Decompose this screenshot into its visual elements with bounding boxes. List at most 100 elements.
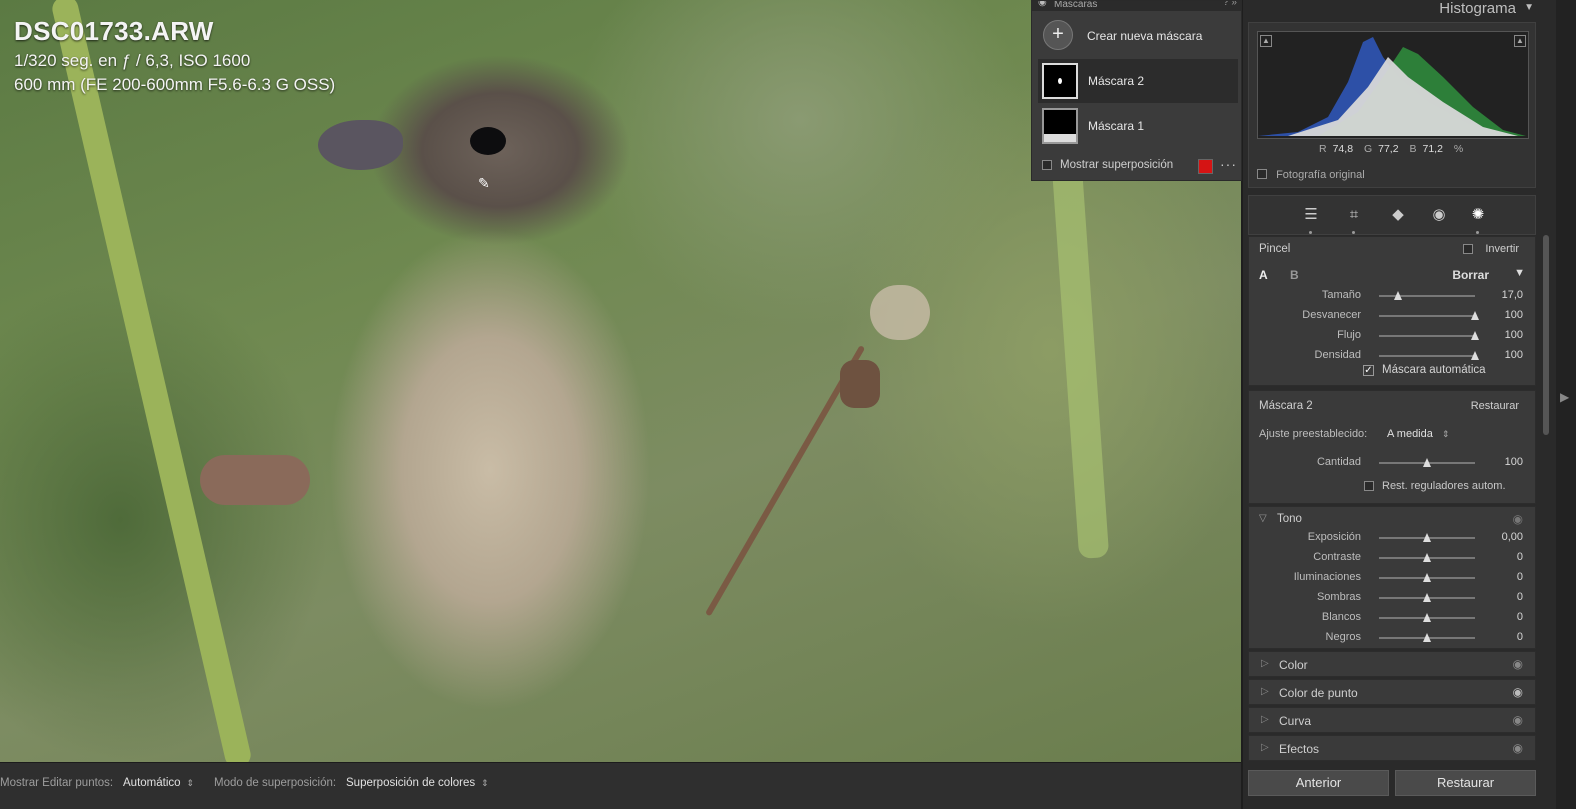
slider-row[interactable]: Desvanecer 100	[1249, 307, 1537, 325]
slider-knob[interactable]	[1423, 553, 1431, 562]
expand-triangle-icon[interactable]: ▷	[1261, 714, 1269, 725]
eraser-icon[interactable]: ◆	[1387, 204, 1409, 226]
slider-row[interactable]: Flujo 100	[1249, 327, 1537, 345]
slider-value[interactable]: 100	[1483, 309, 1523, 321]
slider-row[interactable]: Negros 0	[1249, 629, 1537, 647]
auto-reset-checkbox[interactable]	[1364, 481, 1374, 491]
slider-row[interactable]: Iluminaciones 0	[1249, 569, 1537, 587]
collapse-triangle-icon[interactable]: ▼	[1524, 2, 1534, 13]
preset-select[interactable]: A medida ⇕	[1387, 428, 1449, 440]
invert-checkbox[interactable]	[1463, 244, 1473, 254]
add-mask-button[interactable]: +	[1043, 20, 1073, 50]
mask-reset-link[interactable]: Restaurar	[1471, 400, 1519, 412]
slider-track[interactable]	[1379, 573, 1475, 582]
b-value: 71,2	[1422, 143, 1443, 155]
crop-icon[interactable]: ⌗	[1343, 204, 1365, 234]
slider-track[interactable]	[1379, 351, 1479, 360]
expand-triangle-icon[interactable]: ▷	[1261, 742, 1269, 753]
slider-row[interactable]: Exposición 0,00	[1249, 529, 1537, 547]
amount-track[interactable]	[1379, 458, 1475, 467]
mode-triangle-icon[interactable]: ▼	[1514, 267, 1525, 279]
slider-knob[interactable]	[1471, 351, 1479, 360]
expand-panel-icon[interactable]: ▶	[1560, 390, 1569, 404]
slider-value[interactable]: 0	[1483, 551, 1523, 563]
amount-knob[interactable]	[1423, 458, 1431, 467]
expand-triangle-icon[interactable]: ▷	[1261, 686, 1269, 697]
slider-value[interactable]: 0	[1483, 591, 1523, 603]
slider-track[interactable]	[1379, 331, 1479, 340]
overlay-mode-select[interactable]: Superposición de colores ⇕	[346, 777, 489, 789]
slider-track[interactable]	[1379, 311, 1479, 320]
auto-reset-label[interactable]: Rest. reguladores autom.	[1382, 480, 1506, 492]
slider-track[interactable]	[1379, 533, 1475, 542]
reset-button[interactable]: Restaurar	[1395, 770, 1536, 796]
panel-edge	[1556, 0, 1576, 809]
slider-track[interactable]	[1379, 291, 1475, 300]
automask-label[interactable]: Máscara automática	[1382, 364, 1486, 376]
slider-knob[interactable]	[1423, 593, 1431, 602]
shadow-clip-icon[interactable]: ▲	[1260, 35, 1272, 47]
eye-icon[interactable]: ◉	[1513, 657, 1523, 671]
amount-slider[interactable]: Cantidad 100	[1249, 454, 1537, 472]
eye-icon[interactable]: ◉	[1513, 741, 1523, 755]
slider-value[interactable]: 0,00	[1483, 531, 1523, 543]
automask-checkbox[interactable]: ✓	[1363, 365, 1374, 376]
more-options-icon[interactable]: ···	[1220, 156, 1237, 172]
slider-value[interactable]: 17,0	[1483, 289, 1523, 301]
slider-knob[interactable]	[1394, 291, 1403, 300]
slider-row[interactable]: Blancos 0	[1249, 609, 1537, 627]
mask-item-2[interactable]: Máscara 2	[1038, 59, 1238, 103]
show-overlay-checkbox[interactable]	[1042, 160, 1052, 170]
slider-knob[interactable]	[1423, 533, 1431, 542]
mask-item-1[interactable]: Máscara 1	[1038, 104, 1238, 148]
slider-knob[interactable]	[1471, 331, 1479, 340]
eye-icon[interactable]: ◉	[1513, 713, 1523, 727]
tone-title[interactable]: Tono	[1277, 513, 1302, 525]
expand-triangle-icon[interactable]: ▷	[1261, 658, 1269, 669]
slider-track[interactable]	[1379, 633, 1475, 642]
original-photo-label[interactable]: Fotografía original	[1276, 169, 1365, 181]
slider-row[interactable]: Densidad 100	[1249, 347, 1537, 365]
amount-value[interactable]: 100	[1483, 456, 1523, 468]
eye-icon[interactable]: ◉	[1513, 685, 1523, 699]
overlay-color-swatch[interactable]	[1198, 159, 1213, 174]
previous-button[interactable]: Anterior	[1248, 770, 1389, 796]
edit-points-select[interactable]: Automático ⇕	[123, 777, 194, 789]
point-color-section[interactable]: ▷ Color de punto ◉	[1248, 679, 1536, 705]
sliders-icon[interactable]: ☰	[1300, 204, 1322, 234]
tone-expand-icon[interactable]: ▽	[1259, 513, 1267, 524]
panel-scrollbar[interactable]	[1543, 235, 1549, 435]
slider-value[interactable]: 100	[1483, 329, 1523, 341]
slider-knob[interactable]	[1471, 311, 1479, 320]
redeye-icon[interactable]: ◉	[1428, 204, 1450, 226]
slider-knob[interactable]	[1423, 573, 1431, 582]
slider-track[interactable]	[1379, 613, 1475, 622]
tone-eye-icon[interactable]: ◉	[1513, 512, 1523, 526]
brush-tab-a[interactable]: A	[1259, 268, 1268, 282]
create-mask-row[interactable]: + Crear nueva máscara	[1032, 1, 1241, 57]
slider-value[interactable]: 100	[1483, 349, 1523, 361]
mask-icon[interactable]: ✺	[1467, 204, 1489, 234]
slider-track[interactable]	[1379, 593, 1475, 602]
slider-row[interactable]: Tamaño 17,0	[1249, 287, 1537, 305]
brush-tab-b[interactable]: B	[1290, 268, 1299, 282]
effects-section[interactable]: ▷ Efectos ◉	[1248, 735, 1536, 761]
slider-knob[interactable]	[1423, 633, 1431, 642]
invert-label[interactable]: Invertir	[1485, 243, 1519, 255]
slider-row[interactable]: Contraste 0	[1249, 549, 1537, 567]
slider-knob[interactable]	[1423, 613, 1431, 622]
highlight-clip-icon[interactable]: ▲	[1514, 35, 1526, 47]
original-photo-row[interactable]: Fotografía original	[1257, 168, 1365, 181]
slider-track[interactable]	[1379, 553, 1475, 562]
brush-mode-label[interactable]: Borrar	[1452, 268, 1489, 282]
show-overlay-label[interactable]: Mostrar superposición	[1060, 159, 1173, 171]
slider-value[interactable]: 0	[1483, 571, 1523, 583]
original-photo-checkbox[interactable]	[1257, 169, 1267, 179]
create-mask-label[interactable]: Crear nueva máscara	[1087, 29, 1202, 43]
slider-value[interactable]: 0	[1483, 611, 1523, 623]
slider-row[interactable]: Sombras 0	[1249, 589, 1537, 607]
color-section[interactable]: ▷ Color ◉	[1248, 651, 1536, 677]
slider-value[interactable]: 0	[1483, 631, 1523, 643]
histogram-header[interactable]: Histograma ▼	[1250, 0, 1540, 18]
curve-section[interactable]: ▷ Curva ◉	[1248, 707, 1536, 733]
